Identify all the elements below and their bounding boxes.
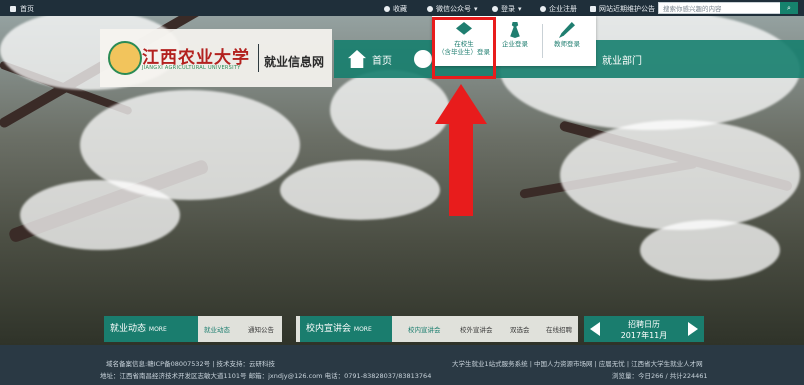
site-logo[interactable]: 江西农业大学 JIANGXI AGRICULTURAL UNIVERSITY 就… <box>100 29 332 87</box>
footer-links[interactable]: 大学生就业1站式服务系统 | 中国人力资源市场网 | 应届无忧 | 江西省大学生… <box>452 358 703 368</box>
university-seal-icon <box>108 41 142 75</box>
news-link-notice[interactable]: 通知公告 <box>248 324 274 334</box>
company-register-link[interactable]: 企业注册 <box>540 4 577 14</box>
wechat-link[interactable]: 微信公众号 ▾ <box>427 4 478 14</box>
company-register-label: 企业注册 <box>549 5 577 13</box>
career-tab[interactable]: 校内宣讲会 MORE <box>300 316 392 342</box>
footer-visit-count: 浏览量：今日266 / 共计224461 <box>612 372 708 380</box>
top-bar: 首页 收藏 微信公众号 ▾ 登录 ▾ 企业注册 网站近期维护公告 搜索你感兴趣的… <box>0 0 804 16</box>
news-link-dynamic[interactable]: 就业动态 <box>204 324 230 334</box>
login-label: 登录 <box>501 5 515 13</box>
star-icon <box>384 6 390 12</box>
bookmark-icon <box>590 6 596 12</box>
career-link-fair[interactable]: 双选会 <box>510 324 530 334</box>
news-tab[interactable]: 就业动态 MORE <box>104 316 198 342</box>
pen-icon <box>559 22 575 38</box>
topbar-home-label: 首页 <box>20 5 34 13</box>
footer-address: 地址：江西省南昌经济技术开发区志敏大道1101号 邮箱：jxndjy@126.c… <box>100 372 432 380</box>
site-name: 就业信息网 <box>264 55 325 69</box>
career-more-link[interactable]: MORE <box>354 326 372 333</box>
home-icon <box>10 6 16 12</box>
news-tab-label: 就业动态 <box>110 324 147 334</box>
user-icon <box>492 6 498 12</box>
search-input[interactable]: 搜索你感兴趣的内容 <box>658 2 782 14</box>
add-user-icon <box>540 6 546 12</box>
nav-dept[interactable]: 就业部门 <box>602 52 642 67</box>
notice-link[interactable]: 网站近期维护公告 <box>590 4 655 14</box>
teacher-login-label: 教师登录 <box>554 40 580 48</box>
chevron-down-icon: ▾ <box>474 5 478 13</box>
topbar-home-link[interactable]: 首页 <box>10 4 34 14</box>
bottom-bar: 就业动态 MORE 就业动态 通知公告 校内宣讲会 MORE 校内宣讲会 校外宣… <box>104 316 804 342</box>
notice-label: 网站近期维护公告 <box>599 5 655 13</box>
graduation-cap-icon[interactable] <box>414 50 432 68</box>
login-dropdown[interactable]: 登录 ▾ <box>492 4 522 14</box>
career-link-campus[interactable]: 校内宣讲会 <box>408 324 441 334</box>
chevron-down-icon: ▾ <box>518 5 522 13</box>
news-more-link[interactable]: MORE <box>149 326 167 333</box>
calendar-title: 招聘日历 <box>628 320 660 329</box>
search-icon: ⌕ <box>787 4 791 12</box>
tie-icon <box>510 22 520 38</box>
favorite-link[interactable]: 收藏 <box>384 4 407 14</box>
career-link-online[interactable]: 在线招聘 <box>546 324 572 334</box>
footer-icp: 域名备案信息:赣ICP备08007532号 | 技术支持：云研科技 <box>106 360 275 368</box>
recruitment-calendar: 招聘日历 2017年11月 <box>584 316 704 342</box>
arrow-shaft <box>449 122 473 216</box>
nav-home-label: 首页 <box>372 55 392 67</box>
home-icon <box>348 50 366 68</box>
career-link-offcampus[interactable]: 校外宣讲会 <box>460 324 493 334</box>
wechat-label: 微信公众号 <box>436 5 471 13</box>
footer: 域名备案信息:赣ICP备08007532号 | 技术支持：云研科技 地址：江西省… <box>0 345 804 385</box>
career-tab-label: 校内宣讲会 <box>306 324 352 334</box>
search-button[interactable]: ⌕ <box>780 2 798 14</box>
university-name-en: JIANGXI AGRICULTURAL UNIVERSITY <box>142 65 241 71</box>
wechat-icon <box>427 6 433 12</box>
calendar-month: 2017年11月 <box>620 331 668 340</box>
highlight-box <box>432 17 496 79</box>
nav-home[interactable]: 首页 <box>348 50 392 68</box>
company-login-item[interactable]: 企业登录 <box>488 16 542 66</box>
logo-divider <box>258 44 259 72</box>
teacher-login-item[interactable]: 教师登录 <box>540 16 594 66</box>
company-login-label: 企业登录 <box>502 40 528 48</box>
favorite-label: 收藏 <box>393 5 407 13</box>
